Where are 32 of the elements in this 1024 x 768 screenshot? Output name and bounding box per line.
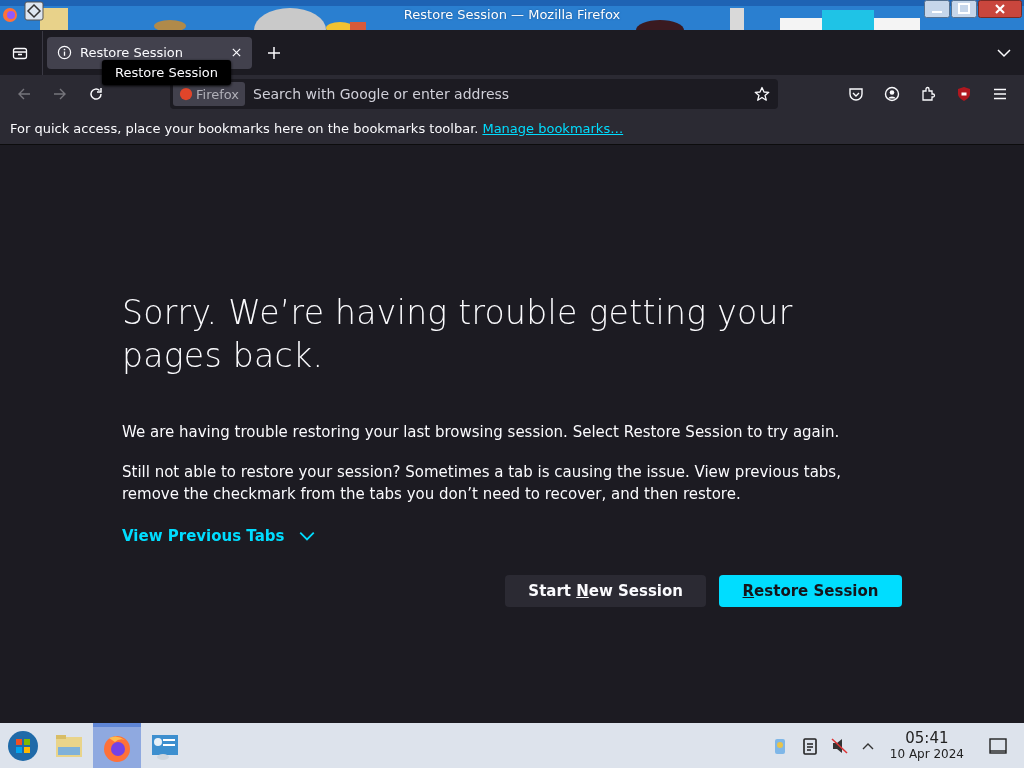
show-desktop-icon[interactable] <box>988 735 1008 756</box>
restore-session-button[interactable]: Restore Session <box>719 575 902 607</box>
menu-icon[interactable] <box>992 86 1008 102</box>
close-button[interactable] <box>978 0 1022 18</box>
star-icon[interactable] <box>754 86 770 102</box>
new-session-button[interactable]: Start New Session <box>505 575 706 607</box>
message-paragraph: Still not able to restore your session? Sometimes a tab is causing the issue. View previous tabs, remove the checkmark from the tabs you don’t need to recover, and then restore. <box>122 462 842 505</box>
maximize-button[interactable] <box>951 0 977 18</box>
info-icon <box>57 45 72 60</box>
new-tab-icon[interactable] <box>266 44 282 61</box>
clock-time: 05:41 <box>905 730 949 747</box>
bookmarks-message: For quick access, place your bookmarks here on the bookmarks toolbar. <box>10 121 479 136</box>
minimize-button[interactable] <box>924 0 950 18</box>
tab-title: Restore Session <box>80 45 184 60</box>
reload-icon[interactable] <box>88 86 104 102</box>
view-previous-tabs-toggle[interactable]: View Previous Tabs <box>122 527 317 545</box>
address-bar[interactable]: Firefox Search with Google or enter address <box>170 79 778 109</box>
pocket-icon[interactable] <box>848 86 864 102</box>
extensions-icon[interactable] <box>920 86 936 102</box>
account-icon[interactable] <box>884 86 900 102</box>
window-title: Restore Session — Mozilla Firefox <box>403 7 621 22</box>
shield-icon[interactable] <box>956 86 972 102</box>
tooltip: Restore Session <box>102 60 232 85</box>
windows-logo-icon <box>6 729 39 762</box>
window-menu-icon[interactable] <box>24 1 44 21</box>
close-tab-icon[interactable] <box>231 47 242 58</box>
manage-bookmarks-link[interactable]: Manage bookmarks… <box>482 121 624 136</box>
clock-date: 10 Apr 2024 <box>889 747 964 761</box>
volume-icon[interactable] <box>829 735 850 756</box>
address-field[interactable]: Search with Google or enter address <box>245 85 754 103</box>
page-heading: Sorry. We’re having trouble getting your pages back. <box>122 292 794 377</box>
message-paragraph: We are having trouble restoring your last browsing session. Select Restore Session to try again. <box>122 422 841 443</box>
